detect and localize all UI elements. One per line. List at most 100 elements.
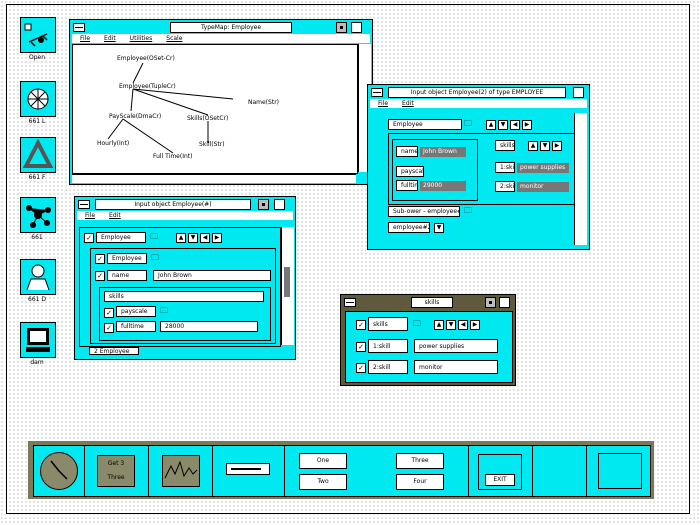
folder-icon[interactable]: 🗀	[464, 120, 476, 128]
root-field[interactable]: Employee	[96, 232, 146, 243]
folder-icon[interactable]: 🗀	[413, 320, 425, 328]
root-field[interactable]: Employee	[388, 119, 462, 130]
minimize-button[interactable]	[485, 297, 496, 308]
tuple-field[interactable]: Employee	[107, 253, 147, 264]
node-fulltime[interactable]: Full Time(Int)	[153, 153, 192, 160]
folder-icon[interactable]: 🗀	[464, 207, 476, 215]
fulltime-value[interactable]: 29000	[420, 181, 466, 191]
maximize-button[interactable]	[351, 22, 362, 33]
arrow-right-button[interactable]: ▶	[522, 120, 532, 130]
menu-utilities[interactable]: Utilities	[130, 35, 153, 42]
titlebar[interactable]: Input object Employee(2) of type EMPLOYE…	[368, 85, 589, 98]
checkbox[interactable]: ✓	[95, 271, 105, 281]
scroll-thumb[interactable]	[284, 267, 290, 297]
arrow-right-button[interactable]: ▶	[552, 141, 562, 151]
maximize-button[interactable]	[499, 297, 510, 308]
computer-icon[interactable]	[20, 322, 56, 358]
titlebar[interactable]: skills	[341, 295, 515, 308]
arrow-right-button[interactable]: ▶	[470, 320, 480, 330]
pad-two-button[interactable]: Two	[299, 474, 347, 490]
exit-button[interactable]: EXIT	[478, 454, 522, 490]
arrow-down-button[interactable]: ▼	[540, 141, 550, 151]
triangle-icon[interactable]	[20, 137, 56, 173]
arrow-up-button[interactable]: ▲	[434, 320, 444, 330]
skill2-value[interactable]: monitor	[517, 182, 569, 192]
horizontal-scrollbar[interactable]	[72, 174, 356, 183]
minimize-button[interactable]	[258, 199, 269, 210]
slider[interactable]	[226, 463, 270, 475]
menu-edit[interactable]: Edit	[104, 35, 116, 42]
menu-edit[interactable]: Edit	[402, 100, 414, 107]
root-field[interactable]: skills	[368, 317, 408, 331]
checkbox[interactable]: ✓	[356, 342, 366, 352]
get-button[interactable]: Get 3 Three	[97, 455, 135, 487]
system-menu-icon[interactable]	[371, 88, 383, 97]
arrow-up-button[interactable]: ▲	[176, 233, 186, 243]
titlebar[interactable]: TypeMap: Employee	[70, 20, 372, 33]
waveform-icon[interactable]	[162, 455, 200, 487]
skill1-value[interactable]: power supplies	[517, 163, 569, 173]
node-payscale[interactable]: PayScale(DmaCr)	[109, 113, 161, 120]
system-menu-icon[interactable]	[344, 298, 356, 307]
pad-four-button[interactable]: Four	[396, 474, 444, 490]
fulltime-input[interactable]: 28000	[160, 321, 258, 332]
node-skills[interactable]: Skills(OSetCr)	[187, 115, 228, 122]
arrow-right-button[interactable]: ▶	[212, 233, 222, 243]
arrow-down-button[interactable]: ▼	[188, 233, 198, 243]
node-employee-tuple[interactable]: Employee(TupleCr)	[119, 83, 176, 90]
vertical-scrollbar[interactable]	[574, 113, 587, 245]
maximize-button[interactable]	[573, 87, 584, 98]
node-hourly[interactable]: Hourly(Int)	[97, 140, 129, 147]
skill1-input[interactable]: power supplies	[414, 339, 498, 353]
node-name[interactable]: Name(Str)	[248, 99, 279, 106]
node-skill[interactable]: Skill(Str)	[199, 141, 225, 148]
titlebar[interactable]: Input object Employee(#)	[75, 197, 295, 210]
arrow-down-button[interactable]: ▼	[498, 120, 508, 130]
menu-file[interactable]: File	[378, 100, 388, 107]
arrow-left-button[interactable]: ◀	[458, 320, 468, 330]
arrow-down-button[interactable]: ▼	[434, 223, 444, 233]
arrow-up-button[interactable]: ▲	[528, 141, 538, 151]
vertical-scrollbar[interactable]	[281, 227, 294, 345]
sub-owner-field[interactable]: Sub-ower - employee#2	[388, 206, 460, 217]
maximize-button[interactable]	[274, 199, 285, 210]
checkbox[interactable]: ✓	[104, 308, 114, 318]
checkbox[interactable]: ✓	[104, 323, 114, 333]
next-employee-field[interactable]: 2 Employee	[89, 347, 139, 355]
checkbox[interactable]: ✓	[95, 254, 105, 264]
input-object-employee-window[interactable]: Input object Employee(#) File Edit ✓ Empl…	[74, 196, 296, 360]
skills-window[interactable]: skills ✓ skills 🗀 ▲ ▼ ◀ ▶ ✓ 1:skill powe…	[340, 294, 516, 386]
person-icon[interactable]	[20, 259, 56, 295]
checkbox[interactable]: ✓	[356, 363, 366, 373]
menu-file[interactable]: File	[85, 212, 95, 219]
folder-icon[interactable]: 🗀	[151, 254, 163, 262]
arrow-up-button[interactable]: ▲	[486, 120, 496, 130]
menu-scale[interactable]: Scale	[166, 35, 182, 42]
arrow-left-button[interactable]: ◀	[510, 120, 520, 130]
minimize-button[interactable]	[336, 22, 347, 33]
arrow-down-button[interactable]: ▼	[446, 320, 456, 330]
employee2-field[interactable]: employee#2	[388, 222, 430, 233]
skill2-input[interactable]: monitor	[414, 360, 498, 374]
clock-icon[interactable]	[40, 452, 78, 490]
skills-field[interactable]: skills	[104, 291, 264, 302]
typemap-window[interactable]: TypeMap: Employee File Edit Utilities Scale…	[69, 19, 373, 185]
type-graph-canvas[interactable]: Employee(OSet-Cr) Employee(TupleCr) Name…	[72, 44, 358, 174]
window-toggle-button[interactable]	[598, 453, 642, 489]
menu-edit[interactable]: Edit	[109, 212, 121, 219]
name-value[interactable]: John Brown	[420, 147, 466, 157]
pad-three-button[interactable]: Three	[396, 453, 444, 469]
system-menu-icon[interactable]	[78, 200, 90, 209]
menu-file[interactable]: File	[80, 35, 90, 42]
node-employee-oset[interactable]: Employee(OSet-Cr)	[117, 55, 175, 62]
checkbox[interactable]: ✓	[356, 320, 366, 330]
system-menu-icon[interactable]	[73, 23, 85, 32]
name-input[interactable]: John Brown	[153, 270, 271, 281]
checkbox[interactable]: ✓	[84, 233, 94, 243]
open-icon[interactable]	[20, 17, 56, 53]
folder-icon[interactable]: 🗀	[150, 233, 162, 241]
folder-icon[interactable]: 🗀	[160, 307, 172, 315]
pad-one-button[interactable]: One	[299, 453, 347, 469]
molecule-icon[interactable]	[20, 197, 56, 233]
input-object-employee2-window[interactable]: Input object Employee(2) of type EMPLOYE…	[367, 84, 590, 250]
